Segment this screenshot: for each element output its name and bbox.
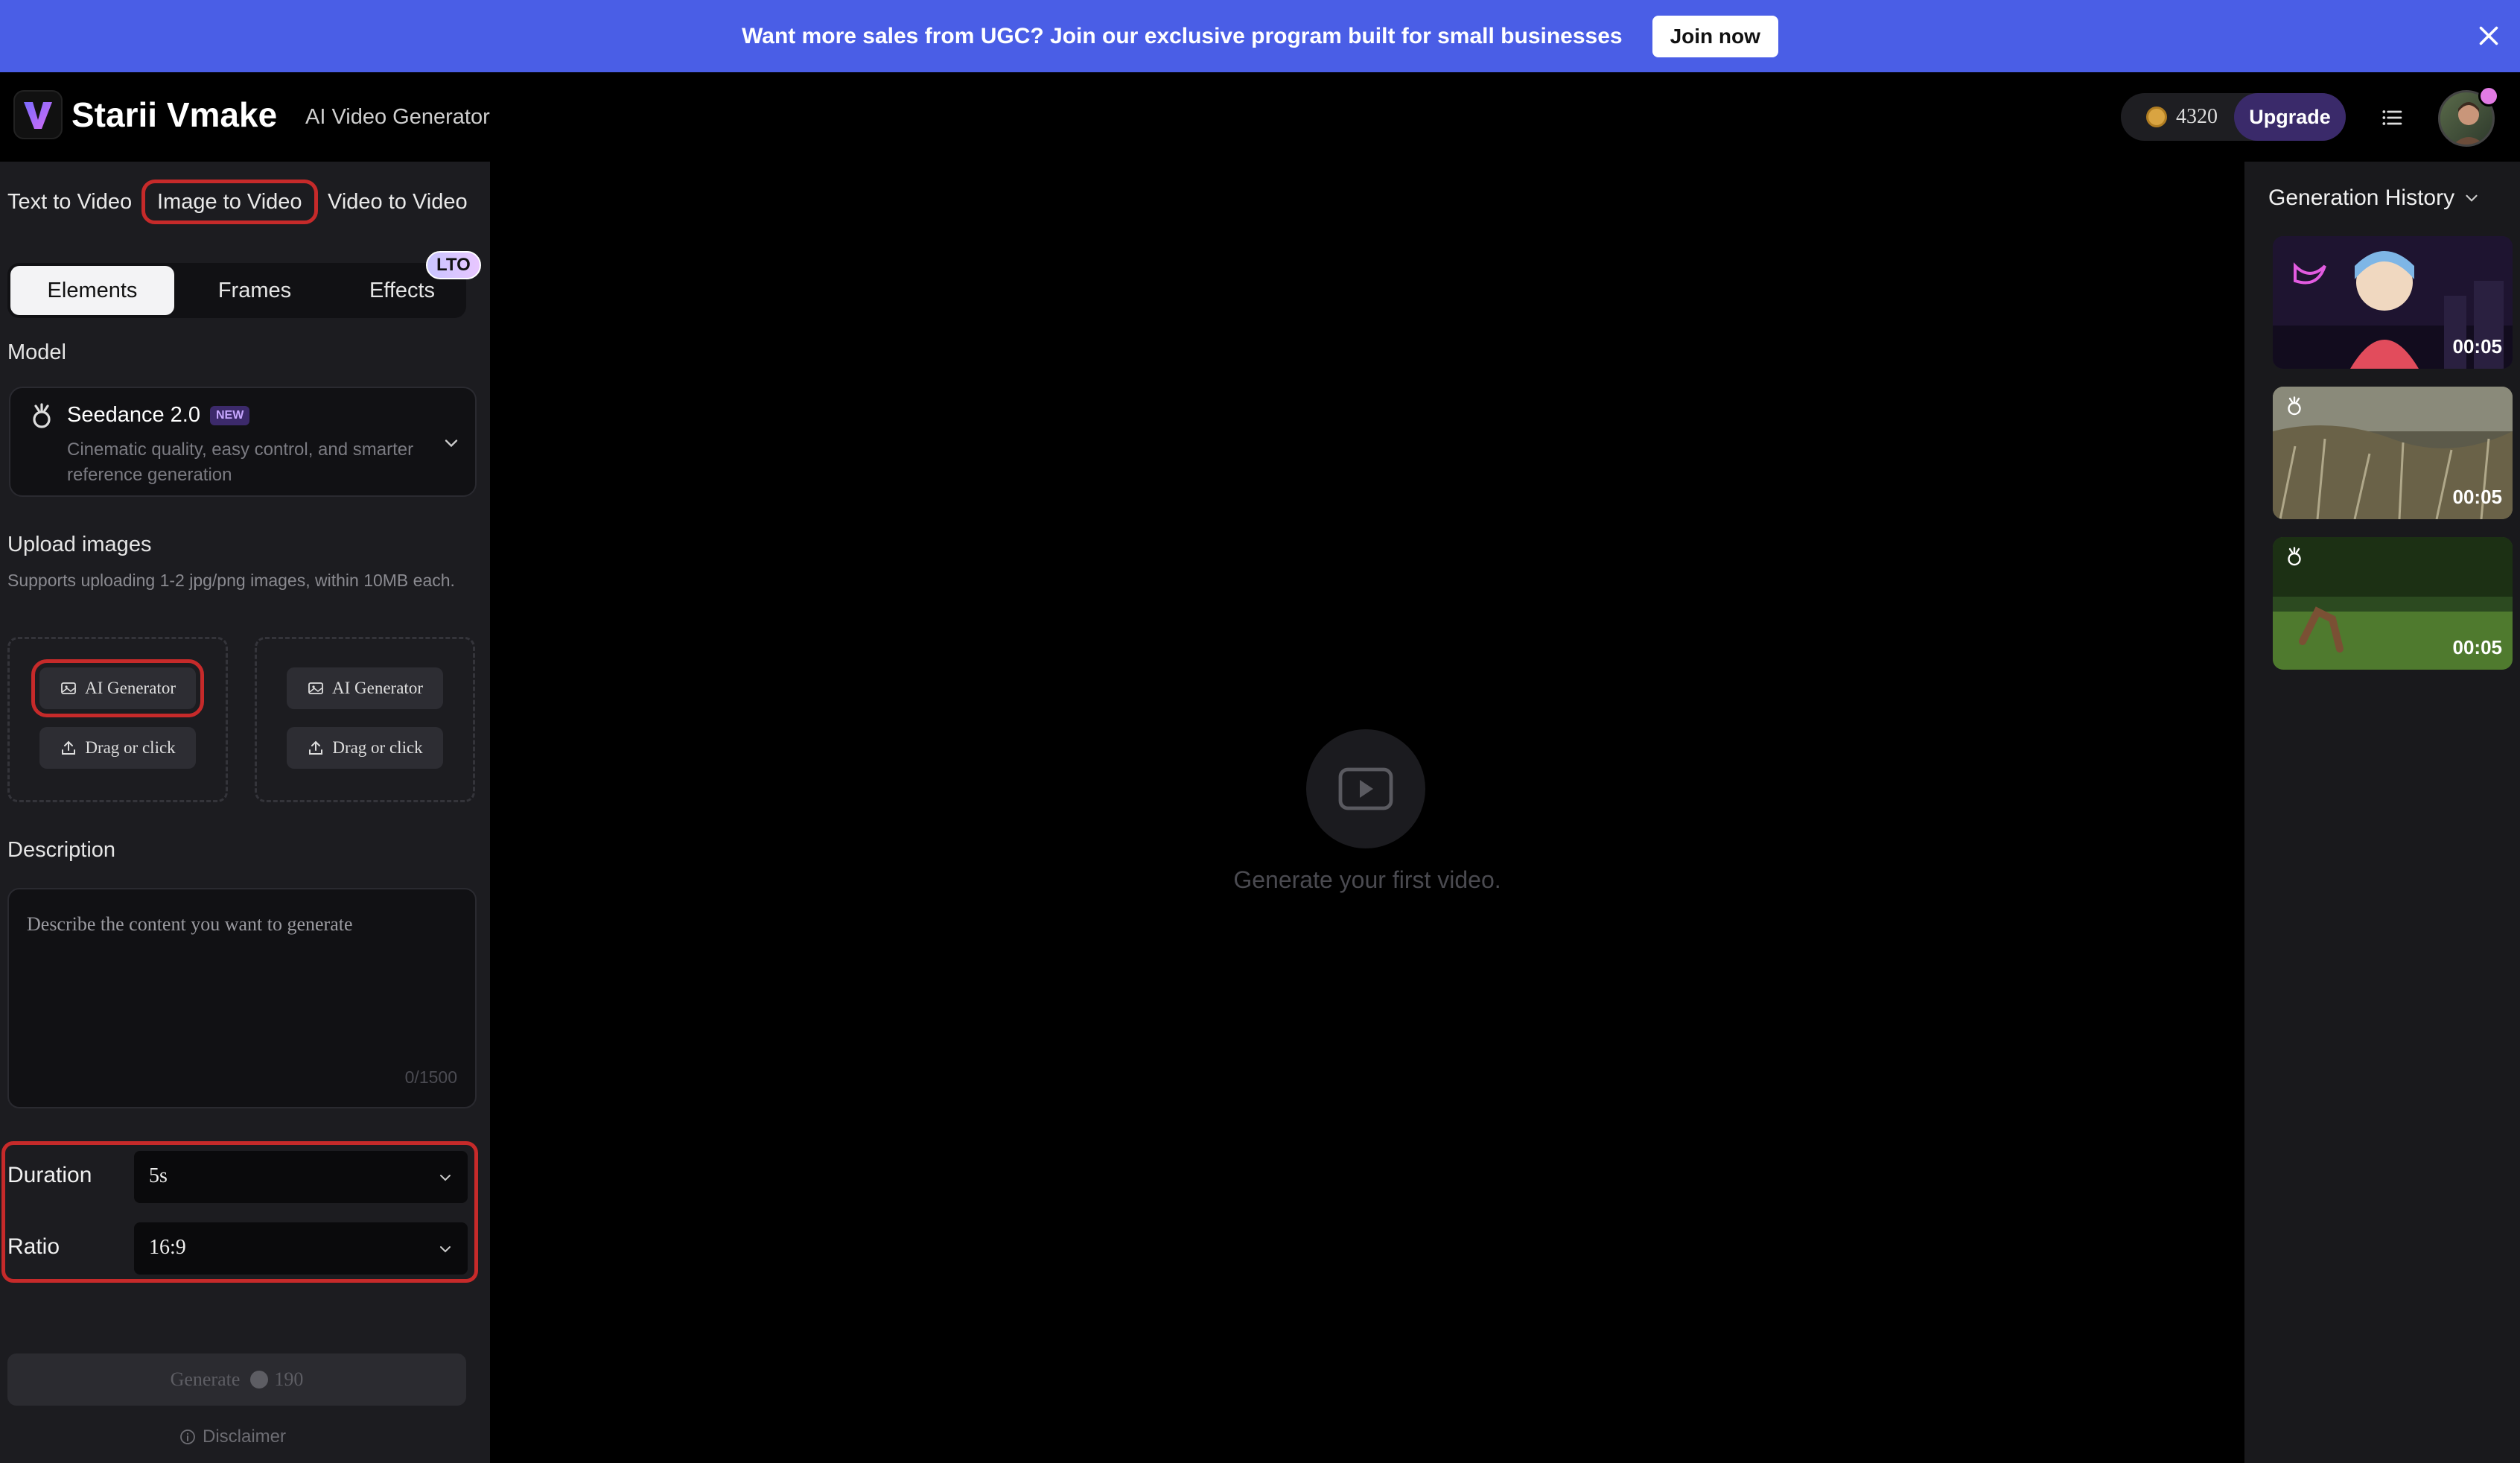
promo-banner: Want more sales from UGC? Join our exclu… — [0, 0, 2520, 72]
brand-name[interactable]: Starii Vmake — [71, 95, 277, 135]
notification-badge — [2478, 86, 2499, 107]
image-icon — [308, 682, 323, 694]
upload-icon — [309, 740, 323, 755]
upload-slot-1[interactable]: AI Generator Drag or click — [7, 637, 228, 802]
chevron-down-icon — [440, 1246, 451, 1253]
chevron-down-icon — [440, 1175, 451, 1181]
banner-text: Want more sales from UGC? Join our exclu… — [742, 23, 1623, 48]
history-item[interactable]: 00:05 — [2273, 537, 2513, 670]
ai-generator-label: AI Generator — [85, 679, 176, 697]
upload-icon — [62, 740, 76, 755]
upgrade-button[interactable]: Upgrade — [2234, 93, 2346, 141]
empty-state-text: Generate your first video. — [1233, 866, 1501, 893]
history-title-label: Generation History — [2268, 185, 2455, 210]
drag-or-click-button[interactable]: Drag or click — [39, 727, 196, 769]
generate-label: Generate — [170, 1368, 241, 1390]
upload-slot-2[interactable]: AI Generator Drag or click — [255, 637, 475, 802]
history-title[interactable]: Generation History — [2268, 185, 2481, 211]
upload-subtitle: Supports uploading 1-2 jpg/png images, w… — [7, 571, 455, 590]
description-input[interactable]: Describe the content you want to generat… — [7, 888, 477, 1108]
duration-label: 00:05 — [2452, 636, 2503, 658]
drag-or-click-label: Drag or click — [85, 738, 176, 757]
credits-pill[interactable]: 4320 Upgrade — [2121, 93, 2346, 141]
coin-icon — [2146, 107, 2167, 127]
segment-frames[interactable]: Frames — [180, 266, 329, 315]
chevron-down-icon — [445, 439, 458, 448]
upload-title: Upload images — [7, 533, 152, 556]
ai-generator-button[interactable]: AI Generator — [287, 667, 443, 709]
mode-segment: Elements Frames Effects — [7, 263, 466, 318]
disclaimer-label: Disclaimer — [203, 1426, 287, 1447]
ai-generator-label: AI Generator — [332, 679, 423, 697]
segment-elements[interactable]: Elements — [10, 266, 174, 315]
drag-or-click-button[interactable]: Drag or click — [287, 727, 443, 769]
duration-value: 5s — [149, 1164, 168, 1187]
description-title: Description — [7, 838, 116, 862]
seedance-icon — [33, 403, 51, 428]
image-icon — [61, 682, 76, 694]
duration-label: Duration — [7, 1163, 92, 1187]
generate-cost: 190 — [274, 1368, 304, 1390]
duration-label: 00:05 — [2452, 335, 2503, 358]
history-panel: Generation History 00:05 00:05 00:05 — [2244, 162, 2520, 1463]
tab-text-to-video[interactable]: Text to Video — [7, 180, 132, 224]
new-badge: NEW — [210, 406, 250, 425]
history-item[interactable]: 00:05 — [2273, 387, 2513, 519]
tab-video-to-video[interactable]: Video to Video — [328, 180, 468, 224]
ratio-value: 16:9 — [149, 1236, 186, 1259]
left-panel: Text to Video Image to Video Video to Vi… — [0, 162, 490, 1463]
description-placeholder: Describe the content you want to generat… — [27, 913, 353, 935]
generate-button[interactable]: Generate 190 — [7, 1353, 466, 1406]
ratio-label: Ratio — [7, 1234, 60, 1259]
model-name: Seedance 2.0 — [67, 403, 200, 427]
duration-label: 00:05 — [2452, 486, 2503, 508]
model-description: Cinematic quality, easy control, and sma… — [67, 439, 414, 485]
disclaimer-link[interactable]: Disclaimer — [179, 1426, 286, 1447]
preview-area: Generate your first video. — [490, 162, 2244, 1463]
credits-count: 4320 — [2176, 105, 2218, 128]
mode-tabs: Text to Video Image to Video Video to Vi… — [0, 169, 490, 235]
info-icon — [180, 1429, 195, 1444]
coin-icon — [250, 1371, 269, 1389]
brand-subtitle: AI Video Generator — [305, 105, 490, 129]
top-header: Starii Vmake AI Video Generator 4320 Upg… — [0, 72, 2520, 162]
seedance-icon — [2288, 396, 2301, 416]
join-now-button[interactable]: Join now — [1652, 15, 1778, 57]
lto-badge: LTO — [426, 251, 481, 279]
list-icon[interactable] — [2380, 106, 2404, 130]
tab-image-to-video[interactable]: Image to Video — [141, 180, 318, 224]
model-label: Model — [7, 340, 66, 364]
close-icon[interactable] — [2475, 22, 2502, 49]
logo-icon[interactable] — [13, 90, 63, 139]
history-item[interactable]: 00:05 — [2273, 236, 2513, 369]
play-icon — [1306, 729, 1425, 848]
ai-generator-button[interactable]: AI Generator — [31, 659, 204, 717]
model-select[interactable]: Seedance 2.0 NEW Cinematic quality, easy… — [9, 387, 477, 497]
character-count: 0/1500 — [404, 1067, 457, 1087]
duration-select[interactable]: 5s — [134, 1151, 468, 1203]
ratio-select[interactable]: 16:9 — [134, 1222, 468, 1275]
seedance-icon — [2288, 547, 2301, 566]
chevron-down-icon — [2466, 194, 2478, 202]
drag-or-click-label: Drag or click — [332, 738, 423, 757]
